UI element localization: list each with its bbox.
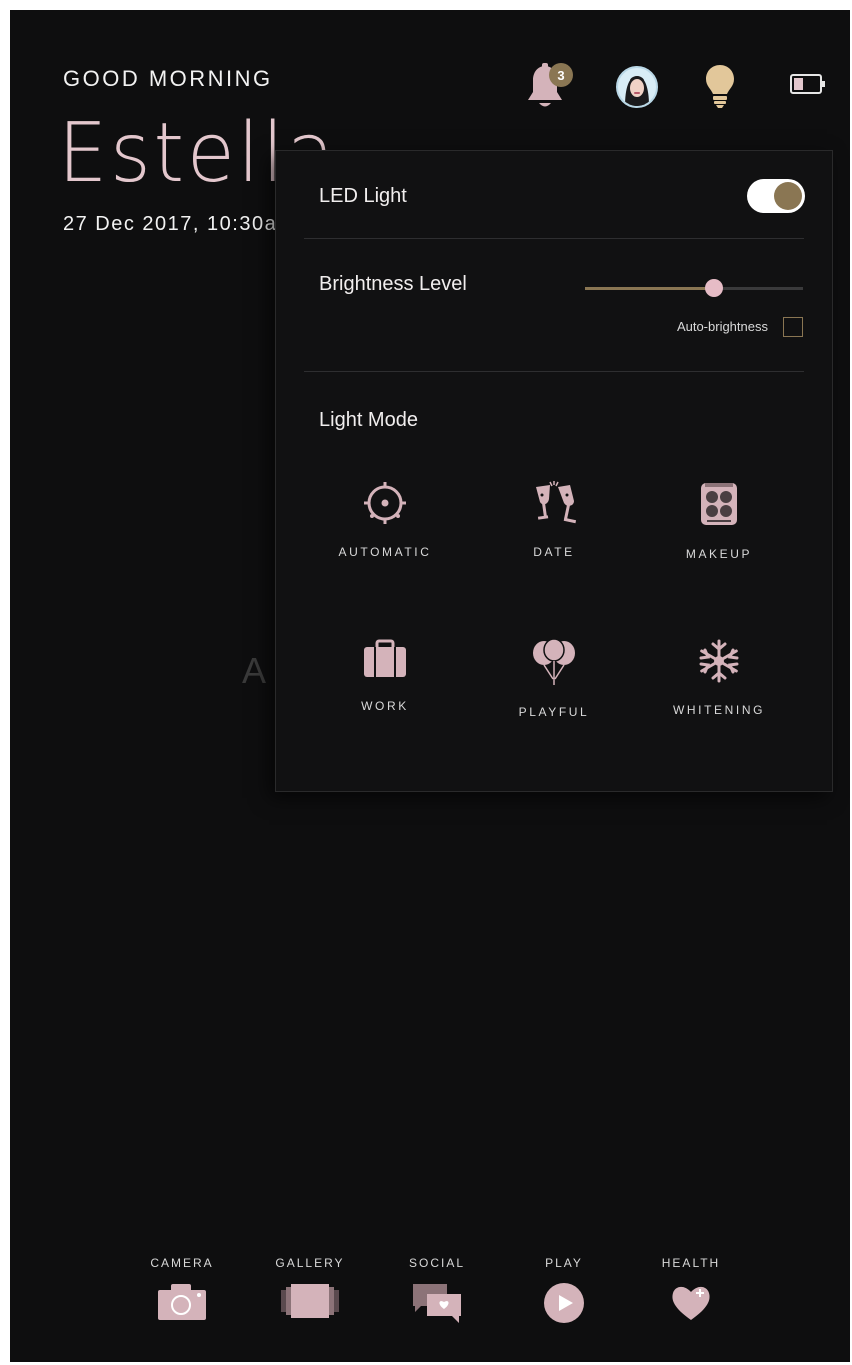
brightness-slider-fill [585, 287, 714, 290]
mode-date[interactable]: DATE [474, 481, 634, 559]
brightness-slider[interactable] [585, 279, 803, 297]
briefcase-icon [364, 639, 406, 677]
makeup-palette-icon [701, 483, 737, 525]
nav-label: SOCIAL [408, 1256, 465, 1270]
mode-work[interactable]: WORK [305, 639, 465, 713]
light-button[interactable] [705, 64, 735, 108]
divider [304, 238, 804, 239]
mode-label: WHITENING [672, 703, 766, 717]
mode-makeup[interactable]: MAKEUP [639, 481, 799, 561]
app-screen: GOOD MORNING Estella 27 Dec 2017, 10:30a… [10, 10, 850, 1362]
battery-icon [790, 74, 825, 94]
lightbulb-icon [706, 65, 734, 108]
nav-label: HEALTH [661, 1256, 721, 1270]
led-light-toggle[interactable] [747, 179, 805, 213]
battery-status [790, 73, 826, 95]
brightness-label: Brightness Level [319, 273, 467, 295]
heart-plus-icon [672, 1286, 710, 1320]
chat-bubbles-icon [413, 1284, 461, 1323]
nav-label: PLAY [545, 1256, 583, 1270]
obscured-text: A [242, 650, 267, 691]
camera-icon [158, 1284, 206, 1320]
nav-gallery[interactable]: GALLERY [250, 1256, 370, 1322]
led-light-label: LED Light [319, 185, 407, 207]
nav-social[interactable]: SOCIAL [377, 1256, 497, 1324]
avatar[interactable] [616, 66, 658, 108]
auto-brightness-label: Auto-brightness [676, 319, 768, 334]
mode-label: DATE [533, 545, 575, 559]
nav-camera[interactable]: CAMERA [122, 1256, 242, 1322]
target-dial-icon [364, 482, 406, 524]
play-icon [544, 1283, 584, 1323]
mode-label: WORK [361, 699, 409, 713]
nav-play[interactable]: PLAY [504, 1256, 624, 1324]
mode-whitening[interactable]: WHITENING [639, 639, 799, 717]
greeting-text: GOOD MORNING [63, 66, 273, 91]
gallery-icon [281, 1284, 339, 1318]
mode-label: MAKEUP [685, 547, 753, 561]
nav-health[interactable]: HEALTH [631, 1256, 751, 1322]
brightness-slider-handle[interactable] [704, 279, 723, 297]
profile-photo-icon [625, 76, 649, 106]
notifications-button[interactable]: 3 [525, 62, 573, 112]
toggle-knob [774, 182, 802, 210]
light-mode-title: Light Mode [319, 409, 418, 431]
auto-brightness-checkbox[interactable] [783, 317, 803, 337]
date-time: 27 Dec 2017, 10:30am [63, 213, 296, 235]
mode-playful[interactable]: PLAYFUL [474, 639, 634, 719]
nav-label: GALLERY [275, 1256, 345, 1270]
mode-label: AUTOMATIC [338, 545, 432, 559]
champagne-glasses-icon [536, 481, 577, 524]
nav-label: CAMERA [150, 1256, 214, 1270]
snowflake-icon [699, 639, 739, 683]
balloons-icon [533, 639, 575, 685]
mode-label: PLAYFUL [518, 705, 590, 719]
light-settings-panel: LED Light Brightness Level Auto-brightne… [275, 150, 833, 792]
notification-badge: 3 [549, 63, 573, 87]
divider [304, 371, 804, 372]
mode-automatic[interactable]: AUTOMATIC [305, 481, 465, 559]
